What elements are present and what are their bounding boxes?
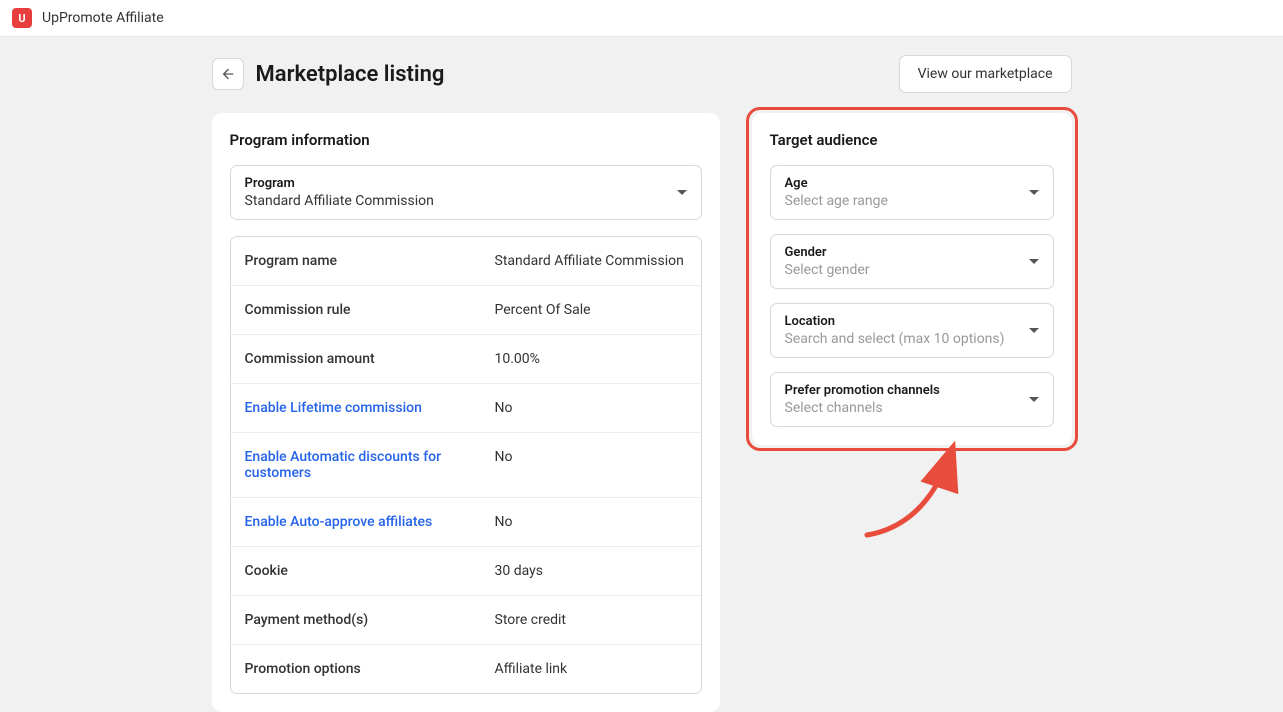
app-name: UpPromote Affiliate xyxy=(42,10,164,26)
audience-select-location[interactable]: Location Search and select (max 10 option… xyxy=(770,303,1054,358)
audience-select-prefer-promotion-channels[interactable]: Prefer promotion channels Select channels xyxy=(770,372,1054,427)
program-select[interactable]: Program Standard Affiliate Commission xyxy=(230,165,702,220)
audience-select-gender[interactable]: Gender Select gender xyxy=(770,234,1054,289)
detail-label: Promotion options xyxy=(245,661,495,677)
detail-value: Percent Of Sale xyxy=(495,302,591,318)
detail-row: Program nameStandard Affiliate Commissio… xyxy=(231,237,701,286)
detail-value: No xyxy=(495,449,513,481)
select-placeholder: Select age range xyxy=(785,193,888,209)
detail-value: Store credit xyxy=(495,612,567,628)
audience-select-age[interactable]: Age Select age range xyxy=(770,165,1054,220)
program-info-title: Program information xyxy=(230,131,702,149)
select-placeholder: Select channels xyxy=(785,400,940,416)
detail-value: Standard Affiliate Commission xyxy=(495,253,684,269)
detail-row: Cookie30 days xyxy=(231,547,701,596)
view-marketplace-button[interactable]: View our marketplace xyxy=(899,55,1072,93)
program-select-value: Standard Affiliate Commission xyxy=(245,193,434,209)
detail-row: Promotion optionsAffiliate link xyxy=(231,645,701,693)
arrow-annotation xyxy=(857,435,977,545)
detail-row: Enable Lifetime commissionNo xyxy=(231,384,701,433)
detail-label: Program name xyxy=(245,253,495,269)
detail-label[interactable]: Enable Automatic discounts for customers xyxy=(245,449,495,481)
detail-label[interactable]: Enable Auto-approve affiliates xyxy=(245,514,495,530)
target-audience-title: Target audience xyxy=(770,131,1054,149)
app-icon: U xyxy=(12,8,32,28)
select-label: Age xyxy=(785,176,888,191)
detail-value: 10.00% xyxy=(495,351,540,367)
detail-row: Commission rulePercent Of Sale xyxy=(231,286,701,335)
back-button[interactable] xyxy=(212,58,244,90)
select-label: Location xyxy=(785,314,1005,329)
select-label: Prefer promotion channels xyxy=(785,383,940,398)
program-details-box: Program nameStandard Affiliate Commissio… xyxy=(230,236,702,694)
select-placeholder: Search and select (max 10 options) xyxy=(785,331,1005,347)
target-audience-card: Target audience Age Select age range Gender… xyxy=(752,113,1072,445)
detail-value: 30 days xyxy=(495,563,543,579)
caret-down-icon xyxy=(1029,259,1039,264)
detail-row: Commission amount10.00% xyxy=(231,335,701,384)
detail-label: Cookie xyxy=(245,563,495,579)
detail-value: No xyxy=(495,400,513,416)
top-bar: U UpPromote Affiliate xyxy=(0,0,1283,37)
detail-label: Payment method(s) xyxy=(245,612,495,628)
caret-down-icon xyxy=(1029,328,1039,333)
select-placeholder: Select gender xyxy=(785,262,870,278)
caret-down-icon xyxy=(677,190,687,195)
detail-label: Commission amount xyxy=(245,351,495,367)
program-information-card: Program information Program Standard Aff… xyxy=(212,113,720,712)
program-select-label: Program xyxy=(245,176,434,191)
detail-row: Payment method(s)Store credit xyxy=(231,596,701,645)
main-container: Marketplace listing View our marketplace… xyxy=(0,37,1283,712)
arrow-left-icon xyxy=(220,66,236,82)
detail-row: Enable Auto-approve affiliatesNo xyxy=(231,498,701,547)
page-title: Marketplace listing xyxy=(256,62,445,87)
page-header: Marketplace listing View our marketplace xyxy=(212,55,1072,93)
detail-value: No xyxy=(495,514,513,530)
caret-down-icon xyxy=(1029,190,1039,195)
caret-down-icon xyxy=(1029,397,1039,402)
detail-row: Enable Automatic discounts for customers… xyxy=(231,433,701,498)
detail-value: Affiliate link xyxy=(495,661,568,677)
detail-label: Commission rule xyxy=(245,302,495,318)
detail-label[interactable]: Enable Lifetime commission xyxy=(245,400,495,416)
select-label: Gender xyxy=(785,245,870,260)
